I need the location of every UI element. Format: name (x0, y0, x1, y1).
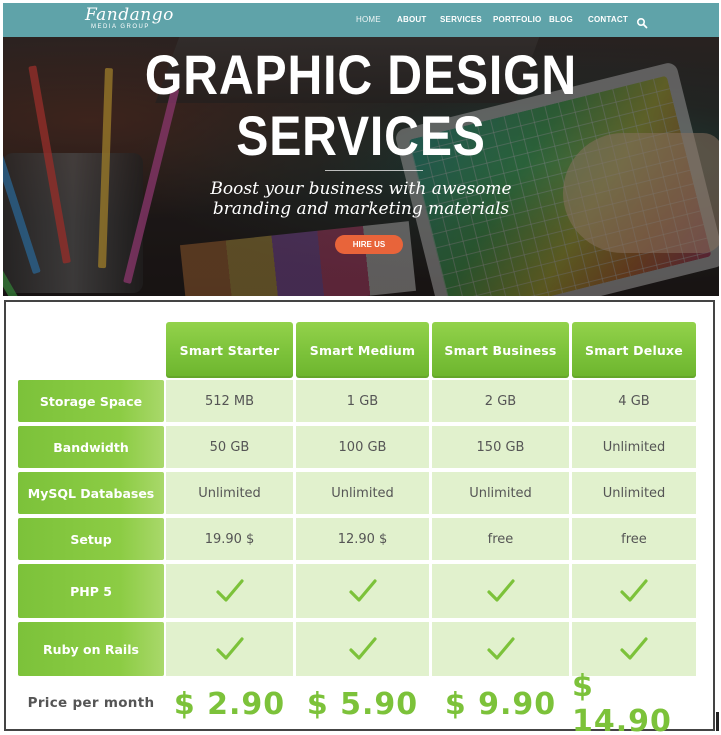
checkmark-icon (296, 622, 429, 676)
checkmark-icon (432, 564, 569, 618)
hero-title-line2: SERVICES (236, 104, 486, 167)
row-label-mysql-databases: MySQL Databases (18, 472, 164, 514)
pricing-table: Smart Starter Smart Medium Smart Business S… (4, 300, 715, 735)
hire-us-button[interactable]: HIRE US (335, 235, 403, 254)
checkmark-icon (432, 622, 569, 676)
table-cell: Unlimited (432, 472, 569, 514)
nav-home[interactable]: HOME (356, 15, 381, 24)
table-cell: free (432, 518, 569, 560)
hero-subtitle-line1: Boost your business with awesome (210, 179, 512, 199)
table-cell: 2 GB (432, 380, 569, 422)
hero-divider (325, 170, 423, 171)
nav-contact[interactable]: CONTACT (588, 15, 628, 24)
row-label-bandwidth: Bandwidth (18, 426, 164, 468)
nav-links: HOME ABOUT SERVICES PORTFOLIO BLOG CONTA… (3, 3, 719, 37)
checkmark-icon (296, 564, 429, 618)
top-navbar: Fandango MEDIA GROUP HOME ABOUT SERVICES… (3, 3, 719, 37)
nav-services[interactable]: SERVICES (440, 15, 482, 24)
table-cell: Unlimited (296, 472, 429, 514)
price-smart-business: $ 9.90 (444, 686, 557, 722)
row-label-setup: Setup (18, 518, 164, 560)
table-cell: 12.90 $ (296, 518, 429, 560)
hero-section: Fandango MEDIA GROUP HOME ABOUT SERVICES… (3, 3, 719, 296)
divider (716, 712, 719, 731)
table-cell: Unlimited (572, 426, 696, 468)
table-cell: 100 GB (296, 426, 429, 468)
plan-header-smart-deluxe: Smart Deluxe (572, 322, 696, 378)
table-cell: 1 GB (296, 380, 429, 422)
row-label-storage-space: Storage Space (18, 380, 164, 422)
nav-portfolio[interactable]: PORTFOLIO (493, 15, 541, 24)
checkmark-icon (166, 564, 293, 618)
price-smart-medium: $ 5.90 (306, 686, 419, 722)
checkmark-icon (572, 622, 696, 676)
table-cell: 4 GB (572, 380, 696, 422)
checkmark-icon (572, 564, 696, 618)
nav-blog[interactable]: BLOG (549, 15, 573, 24)
table-cell: 512 MB (166, 380, 293, 422)
price-per-month-label: Price per month (27, 695, 155, 711)
hero-title-line1: GRAPHIC DESIGN (144, 43, 578, 106)
search-icon[interactable] (636, 14, 648, 29)
price-smart-deluxe: $ 14.90 (572, 669, 672, 735)
table-cell: 150 GB (432, 426, 569, 468)
table-cell: free (572, 518, 696, 560)
nav-about[interactable]: ABOUT (397, 15, 426, 24)
row-label-php-5: PHP 5 (18, 564, 164, 618)
plan-header-smart-medium: Smart Medium (296, 322, 429, 378)
row-label-ruby-on-rails: Ruby on Rails (18, 622, 164, 676)
table-cell: Unlimited (166, 472, 293, 514)
hero-subtitle-line2: branding and marketing materials (212, 199, 510, 219)
table-cell: Unlimited (572, 472, 696, 514)
plan-header-smart-starter: Smart Starter (166, 322, 293, 378)
table-cell: 50 GB (166, 426, 293, 468)
price-smart-starter: $ 2.90 (173, 686, 286, 722)
plan-header-smart-business: Smart Business (432, 322, 569, 378)
table-cell: 19.90 $ (166, 518, 293, 560)
checkmark-icon (166, 622, 293, 676)
